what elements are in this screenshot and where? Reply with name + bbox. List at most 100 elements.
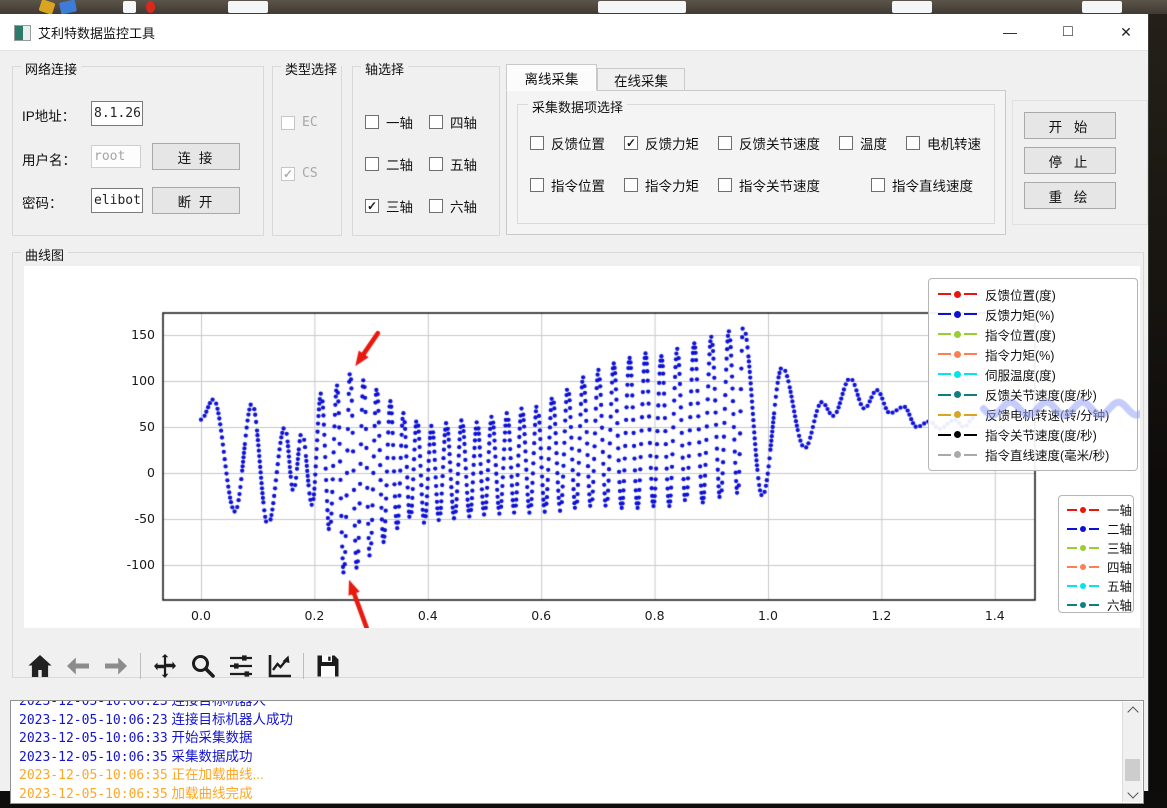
checkbox-温度[interactable]: 温度 xyxy=(839,133,887,153)
forward-icon[interactable] xyxy=(102,652,130,680)
checkbox-指令位置[interactable]: 指令位置 xyxy=(530,175,605,195)
password-input[interactable] xyxy=(91,188,143,213)
disconnect-button[interactable]: 断 开 xyxy=(152,187,240,214)
checkbox-五轴[interactable]: 五轴 xyxy=(429,154,493,174)
checkbox-反馈关节速度[interactable]: 反馈关节速度 xyxy=(718,133,820,153)
x-tick-label: 0.8 xyxy=(645,608,665,623)
checkbox-label: 指令力矩 xyxy=(645,175,699,195)
legend-entry: 四轴 xyxy=(1067,557,1125,576)
legend-label: 反馈位置(度) xyxy=(985,285,1056,304)
checkbox-三轴[interactable]: ✓三轴 xyxy=(365,196,429,216)
save-icon[interactable] xyxy=(314,652,342,680)
log-timestamp: 2023-12-05-10:06:33 xyxy=(19,731,168,746)
checkbox-box[interactable] xyxy=(429,157,443,171)
checkbox-指令关节速度[interactable]: 指令关节速度 xyxy=(718,175,820,195)
checkbox-box[interactable] xyxy=(530,178,544,192)
customize-icon[interactable] xyxy=(265,652,293,680)
checkbox-box[interactable] xyxy=(871,178,885,192)
home-icon[interactable] xyxy=(26,652,54,680)
legend-label: 五轴 xyxy=(1107,576,1132,595)
checkbox-电机转速[interactable]: 电机转速 xyxy=(906,133,981,153)
checkbox-box[interactable] xyxy=(281,116,295,130)
y-tick-label: -100 xyxy=(127,557,155,572)
zoom-icon[interactable] xyxy=(189,652,217,680)
legend-marker xyxy=(938,431,977,438)
checkbox-label: 一轴 xyxy=(386,112,413,132)
username-input[interactable] xyxy=(91,145,141,168)
checkbox-box[interactable] xyxy=(429,199,443,213)
checkbox-指令直线速度[interactable]: 指令直线速度 xyxy=(871,175,973,195)
legend-label: 反馈力矩(%) xyxy=(985,305,1054,324)
legend-label: 指令力矩(%) xyxy=(985,345,1054,364)
legend-label: 四轴 xyxy=(1107,557,1132,576)
checkbox-box[interactable] xyxy=(906,136,920,150)
legend-label: 一轴 xyxy=(1107,500,1132,519)
checkbox-box[interactable] xyxy=(365,157,379,171)
legend-marker xyxy=(938,371,977,378)
checkbox-box[interactable] xyxy=(839,136,853,150)
stop-button[interactable]: 停 止 xyxy=(1024,147,1116,174)
y-tick-label: 150 xyxy=(131,327,155,342)
checkbox-四轴[interactable]: 四轴 xyxy=(429,112,493,132)
checkbox-CS[interactable]: ✓CS xyxy=(281,166,318,181)
log-timestamp: 2023-12-05-10:06:35 xyxy=(19,750,168,765)
tab-online-collect[interactable]: 在线采集 xyxy=(597,68,685,91)
checkbox-反馈位置[interactable]: 反馈位置 xyxy=(530,133,605,153)
checkbox-box[interactable]: ✓ xyxy=(365,199,379,213)
checkbox-box[interactable] xyxy=(530,136,544,150)
type-select-label: 类型选择 xyxy=(281,59,341,78)
legend-marker xyxy=(938,451,977,458)
desktop: 艾利特数据监控工具 — □ ✕ 网络连接 IP地址： 用户名： 连 接 密码： … xyxy=(0,0,1167,808)
checkbox-box[interactable]: ✓ xyxy=(624,136,638,150)
back-icon[interactable] xyxy=(64,652,92,680)
x-tick-label: 1.0 xyxy=(758,608,778,623)
checkbox-label: 六轴 xyxy=(450,196,477,216)
scroll-down-icon[interactable] xyxy=(1123,787,1142,802)
checkbox-box[interactable] xyxy=(365,115,379,129)
checkbox-label: 四轴 xyxy=(450,112,477,132)
legend-entry: 指令关节速度(度/秒) xyxy=(938,425,1128,444)
legend-marker xyxy=(1067,526,1099,532)
checkbox-box[interactable]: ✓ xyxy=(281,167,295,181)
close-button[interactable]: ✕ xyxy=(1109,17,1143,47)
y-tick-label: 100 xyxy=(131,373,155,388)
start-button[interactable]: 开 始 xyxy=(1024,112,1116,139)
x-tick-label: 0.0 xyxy=(191,608,211,623)
toolbar-separator xyxy=(140,653,141,679)
checkbox-二轴[interactable]: 二轴 xyxy=(365,154,429,174)
checkbox-六轴[interactable]: 六轴 xyxy=(429,196,493,216)
checkbox-box[interactable] xyxy=(718,178,732,192)
checkbox-指令力矩[interactable]: 指令力矩 xyxy=(624,175,699,195)
subplots-icon[interactable] xyxy=(227,652,255,680)
y-tick-label: 0 xyxy=(147,465,155,480)
x-tick-label: 0.6 xyxy=(531,608,551,623)
checkbox-一轴[interactable]: 一轴 xyxy=(365,112,429,132)
checkbox-EC[interactable]: EC xyxy=(281,115,318,130)
desktop-icon-label xyxy=(228,1,268,13)
connect-button[interactable]: 连 接 xyxy=(152,143,240,170)
checkbox-反馈力矩[interactable]: ✓反馈力矩 xyxy=(624,133,699,153)
minimize-button[interactable]: — xyxy=(993,17,1027,47)
pan-icon[interactable] xyxy=(151,652,179,680)
desktop-right-strip xyxy=(1148,14,1167,791)
scroll-up-icon[interactable] xyxy=(1123,702,1142,717)
desktop-icon-fragment xyxy=(38,0,55,15)
checkbox-label: 五轴 xyxy=(450,154,477,174)
scrollbar-thumb[interactable] xyxy=(1125,759,1140,781)
desktop-top-strip xyxy=(0,0,1167,14)
desktop-icon-label xyxy=(1082,1,1122,13)
ip-input[interactable] xyxy=(91,101,143,126)
checkbox-box[interactable] xyxy=(429,115,443,129)
checkbox-box[interactable] xyxy=(624,178,638,192)
maximize-button[interactable]: □ xyxy=(1051,17,1085,47)
checkbox-box[interactable] xyxy=(718,136,732,150)
legend-entry: 一轴 xyxy=(1067,500,1125,519)
log-message: 正在加载曲线... xyxy=(168,767,264,782)
collect-items-label: 采集数据项选择 xyxy=(528,97,627,116)
tab-offline-collect[interactable]: 离线采集 xyxy=(506,64,597,91)
x-tick-label: 1.2 xyxy=(871,608,891,623)
log-scrollbar[interactable] xyxy=(1122,702,1142,802)
legend-label: 六轴 xyxy=(1107,595,1132,614)
redraw-button[interactable]: 重 绘 xyxy=(1024,182,1116,209)
checkbox-label: 电机转速 xyxy=(927,133,981,153)
